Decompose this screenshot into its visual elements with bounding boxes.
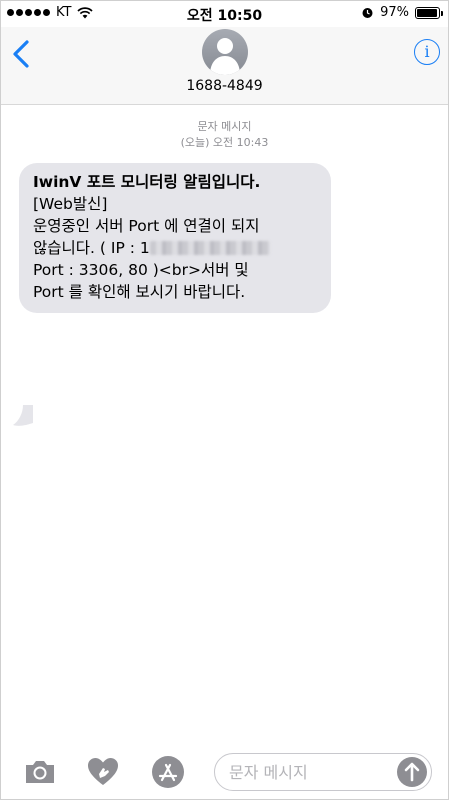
incoming-message-bubble[interactable]: IwinV 포트 모니터링 알림입니다. [Web발신] 운영중인 서버 Por… bbox=[19, 163, 331, 313]
message-line: Port 를 확인해 보시기 바랍니다. bbox=[33, 283, 246, 301]
camera-icon bbox=[26, 761, 54, 783]
camera-button[interactable] bbox=[23, 755, 57, 789]
message-line: 운영중인 서버 Port 에 연결이 되지 bbox=[33, 217, 260, 235]
battery-icon bbox=[415, 6, 443, 19]
compose-toolbar bbox=[1, 745, 448, 799]
battery-percent: 97% bbox=[380, 5, 409, 20]
info-icon: i bbox=[424, 42, 430, 61]
message-line: Port : 3306, 80 )<br>서버 및 bbox=[33, 261, 249, 279]
arrow-up-icon bbox=[404, 762, 420, 782]
message-thread[interactable]: 문자 메시지 (오늘) 오전 10:43 IwinV 포트 모니터링 알림입니다… bbox=[1, 105, 448, 745]
message-line: [Web발신] bbox=[33, 195, 108, 213]
message-type-label: 문자 메시지 bbox=[197, 120, 252, 133]
info-button[interactable]: i bbox=[414, 39, 440, 65]
contact-number[interactable]: 1688-4849 bbox=[1, 78, 448, 94]
message-line-ip: 않습니다. ( IP : 1 bbox=[33, 237, 319, 259]
status-right: 97% bbox=[361, 5, 443, 20]
app-store-button[interactable] bbox=[151, 755, 185, 789]
send-button[interactable] bbox=[397, 757, 427, 787]
redacted-ip bbox=[149, 241, 270, 255]
alarm-clock-icon bbox=[362, 8, 373, 18]
back-button[interactable] bbox=[11, 39, 33, 69]
bubble-tail bbox=[13, 405, 33, 426]
heart-hand-icon bbox=[88, 758, 118, 785]
digital-touch-button[interactable] bbox=[86, 755, 120, 789]
message-title: IwinV 포트 모니터링 알림입니다. bbox=[33, 173, 261, 191]
person-silhouette-icon bbox=[209, 38, 240, 75]
chevron-left-icon bbox=[13, 40, 29, 68]
status-bar: KT 오전 10:50 97% bbox=[1, 1, 448, 27]
message-input[interactable] bbox=[215, 754, 395, 790]
battery-fill bbox=[417, 8, 438, 17]
conversation-header: 1688-4849 i bbox=[1, 27, 448, 105]
contact-avatar[interactable] bbox=[201, 29, 248, 75]
message-meta: 문자 메시지 (오늘) 오전 10:43 bbox=[1, 119, 448, 151]
message-ip-prefix: 않습니다. ( IP : 1 bbox=[33, 239, 150, 257]
message-input-container[interactable] bbox=[214, 753, 432, 791]
app-store-icon bbox=[152, 756, 184, 788]
message-timestamp: (오늘) 오전 10:43 bbox=[180, 136, 269, 149]
